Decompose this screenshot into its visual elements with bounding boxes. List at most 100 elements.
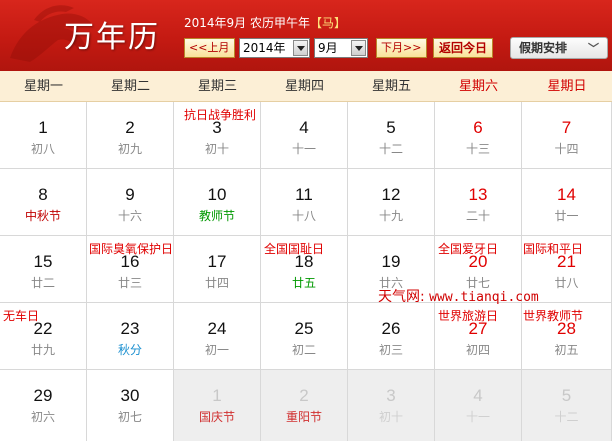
day-cell[interactable]: 16 廿三 国际臭氧保护日 — [87, 236, 174, 303]
lunar-date: 初三 — [378, 343, 403, 357]
lunar-date: 初九 — [117, 142, 142, 156]
day-cell[interactable]: 3 初十 抗日战争胜利 — [174, 102, 261, 169]
lunar-date: 初十 — [378, 410, 403, 424]
year-select[interactable]: 2014年 — [239, 38, 310, 58]
lunar-date: 初一 — [204, 343, 229, 357]
day-number: 10 — [207, 185, 227, 204]
holiday-schedule-button[interactable]: 假期安排 ﹀ — [510, 37, 608, 59]
lunar-date: 廿三 — [117, 276, 142, 290]
day-cell[interactable]: 3 初十 — [348, 370, 435, 441]
day-cell[interactable]: 29 初六 — [0, 370, 87, 441]
lunar-date: 十三 — [465, 142, 490, 156]
month-select[interactable]: 9月 — [314, 38, 368, 58]
day-cell[interactable]: 26 初三 — [348, 303, 435, 370]
day-number: 4 — [473, 386, 483, 405]
site-watermark: 天气网: www.tianqi.com — [378, 286, 539, 306]
day-cell[interactable]: 13 二十 — [435, 169, 522, 236]
day-cell[interactable]: 8 中秋节 — [0, 169, 87, 236]
day-cell[interactable]: 23 秋分 — [87, 303, 174, 370]
day-cell[interactable]: 27 初四 世界旅游日 — [435, 303, 522, 370]
day-number: 2 — [299, 386, 309, 405]
day-cell[interactable]: 7 十四 — [522, 102, 612, 169]
chevron-down-icon[interactable] — [293, 40, 308, 56]
day-number: 19 — [381, 252, 401, 271]
lunar-date: 初八 — [30, 142, 55, 156]
day-number: 13 — [468, 185, 488, 204]
lunar-date: 十九 — [378, 209, 403, 223]
day-cell[interactable]: 2 重阳节 — [261, 370, 348, 441]
today-button[interactable]: 返回今日 — [433, 38, 494, 58]
event-label: 全国爱牙日 — [438, 242, 499, 256]
event-label: 无车日 — [3, 309, 40, 323]
day-cell[interactable]: 30 初七 — [87, 370, 174, 441]
day-cell[interactable]: 1 初八 — [0, 102, 87, 169]
lunar-date: 十二 — [378, 142, 403, 156]
day-cell[interactable]: 14 廿一 — [522, 169, 612, 236]
event-label: 国际和平日 — [523, 242, 584, 256]
lunar-date: 十一 — [291, 142, 316, 156]
date-controls: <<上月 2014年 9月 下月>> 返回今日 — [184, 38, 494, 58]
day-number: 30 — [120, 386, 140, 405]
day-number: 15 — [33, 252, 53, 271]
calendar-header: 万年历 2014年9月 农历甲午年【马】 <<上月 2014年 9月 下月>> … — [0, 0, 612, 71]
day-cell[interactable]: 18 廿五 全国国耻日 — [261, 236, 348, 303]
day-number: 5 — [386, 118, 396, 137]
holiday-schedule-label: 假期安排 — [519, 41, 568, 55]
day-number: 24 — [207, 319, 227, 338]
day-number: 5 — [561, 386, 572, 405]
app-title: 万年历 — [64, 20, 160, 55]
day-number: 26 — [381, 319, 401, 338]
day-cell[interactable]: 1 国庆节 — [174, 370, 261, 441]
day-cell[interactable]: 4 十一 — [261, 102, 348, 169]
day-cell[interactable]: 5 十二 — [348, 102, 435, 169]
lunar-date: 廿五 — [291, 276, 316, 290]
day-cell[interactable]: 15 廿二 — [0, 236, 87, 303]
weekday-mon: 星期一 — [23, 79, 63, 94]
lunar-date: 秋分 — [117, 343, 142, 357]
lunar-date: 国庆节 — [198, 410, 235, 424]
calendar-grid: 1 初八 2 初九 3 初十 抗日战争胜利 4 十一 5 十二 6 十三 7 十四 8 中秋节 9 十六 10 教师节 1… — [0, 102, 612, 441]
day-number: 9 — [125, 185, 135, 204]
lunar-year-text: 2014年9月 农历甲午年 — [184, 16, 310, 30]
weekday-sun: 星期日 — [547, 79, 587, 94]
day-number: 29 — [33, 386, 53, 405]
event-label: 抗日战争胜利 — [184, 108, 257, 122]
month-select-value: 9月 — [318, 41, 338, 55]
day-cell[interactable]: 24 初一 — [174, 303, 261, 370]
next-month-button[interactable]: 下月>> — [376, 38, 427, 58]
event-label: 世界教师节 — [523, 309, 584, 323]
day-number: 1 — [212, 386, 222, 405]
day-number: 17 — [207, 252, 227, 271]
weekday-sat: 星期六 — [458, 79, 498, 94]
chevron-down-icon[interactable] — [351, 40, 366, 56]
day-cell[interactable]: 25 初二 — [261, 303, 348, 370]
day-number: 25 — [294, 319, 314, 338]
day-cell[interactable]: 12 十九 — [348, 169, 435, 236]
day-cell[interactable]: 10 教师节 — [174, 169, 261, 236]
lunar-date: 二十 — [465, 209, 490, 223]
lunar-date: 廿二 — [30, 276, 55, 290]
lunar-date: 中秋节 — [24, 209, 61, 223]
event-label: 全国国耻日 — [264, 242, 325, 256]
lunar-date: 重阳节 — [285, 410, 322, 424]
day-cell[interactable]: 9 十六 — [87, 169, 174, 236]
day-cell[interactable]: 5 十二 — [522, 370, 612, 441]
day-cell[interactable]: 4 十一 — [435, 370, 522, 441]
day-number: 7 — [561, 118, 572, 137]
day-number: 12 — [381, 185, 401, 204]
day-cell[interactable]: 22 廿九 无车日 — [0, 303, 87, 370]
day-cell[interactable]: 28 初五 世界教师节 — [522, 303, 612, 370]
day-cell[interactable]: 17 廿四 — [174, 236, 261, 303]
lunar-date: 廿一 — [554, 209, 579, 223]
lunar-date: 十二 — [554, 410, 579, 424]
chevron-down-icon: ﹀ — [588, 42, 599, 55]
lunar-date: 廿四 — [204, 276, 229, 290]
zodiac-label: 【马】 — [310, 16, 347, 30]
lunar-date: 教师节 — [198, 209, 235, 223]
day-cell[interactable]: 6 十三 — [435, 102, 522, 169]
day-cell[interactable]: 11 十八 — [261, 169, 348, 236]
day-cell[interactable]: 2 初九 — [87, 102, 174, 169]
lunar-date: 廿九 — [30, 343, 55, 357]
prev-month-button[interactable]: <<上月 — [184, 38, 235, 58]
lunar-date: 初六 — [30, 410, 55, 424]
